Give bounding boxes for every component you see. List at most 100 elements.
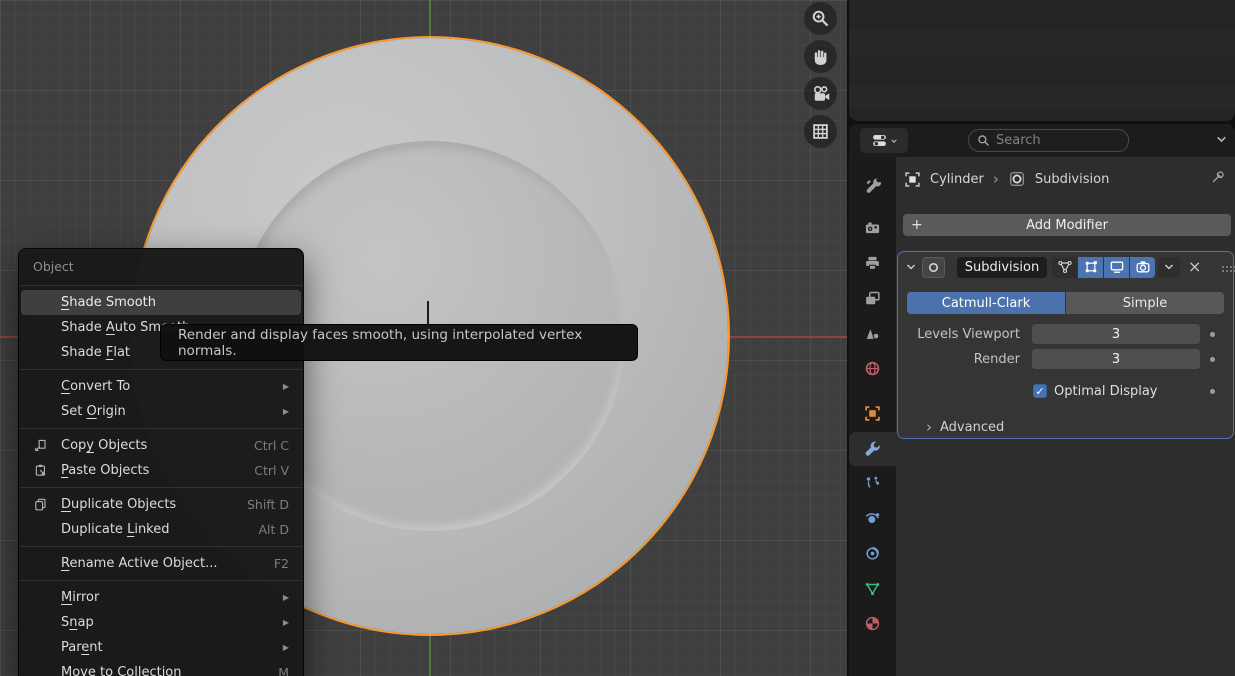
toggle-on-cage-icon[interactable] [1052,257,1077,278]
zoom-in-icon[interactable] [804,2,837,35]
subsurf-modifier-icon [922,257,945,278]
animate-dot-icon[interactable] [1210,332,1215,337]
tab-particles[interactable] [849,466,896,500]
tab-object-data[interactable] [849,571,896,605]
cursor-marker [427,301,429,324]
subdivision-algorithm-segmented: Catmull-Clark Simple [907,292,1224,314]
pan-hand-icon[interactable] [804,40,837,73]
tooltip: Render and display faces smooth, using i… [160,324,638,361]
search-icon [977,134,990,147]
filter-dropdown-button[interactable] [1215,133,1228,146]
pin-icon[interactable] [1210,169,1226,185]
modifier-panel-header: Subdivision [898,252,1233,282]
editor-type-button[interactable] [860,128,908,153]
add-modifier-button[interactable]: + Add Modifier [903,214,1231,236]
search-box[interactable] [968,129,1129,152]
catmull-clark-button[interactable]: Catmull-Clark [907,292,1065,314]
search-input[interactable] [996,133,1106,148]
menu-separator [19,281,303,290]
simple-button[interactable]: Simple [1066,292,1224,314]
menu-item-snap[interactable]: Snap ▶ [21,610,301,635]
properties-header [849,124,1235,157]
breadcrumb-separator-icon: › [993,170,999,188]
expand-chevron-icon[interactable] [905,261,917,273]
camera-view-icon[interactable] [804,77,837,110]
modifier-name-field[interactable]: Subdivision [957,257,1047,278]
chevron-right-icon: › [926,418,932,436]
menu-item-duplicate-objects[interactable]: Duplicate Objects Shift D [21,492,301,517]
outliner-editor[interactable] [849,0,1235,121]
tab-physics[interactable] [849,501,896,535]
menu-item-parent[interactable]: Parent ▶ [21,635,301,660]
modifier-extras-dropdown[interactable] [1158,257,1180,278]
shortcut-label: Alt D [258,522,289,537]
tab-object[interactable] [849,396,896,430]
advanced-section-toggle[interactable]: › Advanced [926,418,1004,436]
menu-item-move-to-collection[interactable]: Move to Collection M [21,660,301,676]
remove-modifier-button[interactable]: × [1188,259,1201,275]
properties-body: Cylinder › Subdivision + Add Modifier [849,157,1235,676]
tab-scene[interactable] [849,316,896,350]
breadcrumb: Cylinder › Subdivision [904,168,1109,190]
tab-world[interactable] [849,351,896,385]
menu-separator [19,365,303,374]
render-levels-field[interactable]: 3 [1032,349,1200,369]
menu-item-shade-smooth[interactable]: Shade Smooth [21,290,301,315]
subdivision-modifier-panel: Subdivision [897,251,1234,439]
properties-editor: Cylinder › Subdivision + Add Modifier [849,124,1235,676]
menu-item-rename-active-object[interactable]: Rename Active Object... F2 [21,551,301,576]
tooltip-text: Render and display faces smooth, using i… [178,327,637,359]
submenu-arrow-icon: ▶ [283,643,289,652]
tab-modifiers[interactable] [849,432,896,466]
optimal-display-label: Optimal Display [1054,384,1158,399]
mesh-object-icon[interactable] [904,171,921,188]
levels-viewport-field[interactable]: 3 [1032,324,1200,344]
animate-dot-icon[interactable] [1210,389,1215,394]
breadcrumb-object-label[interactable]: Cylinder [930,172,984,187]
modifier-icon[interactable] [1008,170,1026,188]
duplicate-icon [33,497,61,512]
advanced-label: Advanced [940,420,1004,435]
menu-item-set-origin[interactable]: Set Origin ▶ [21,399,301,424]
tab-tool[interactable] [849,168,896,202]
chevron-down-icon [1163,261,1175,273]
viewport-nav-gizmos [804,2,838,152]
context-menu-title: Object [19,253,303,281]
modifier-display-toggles [1052,257,1155,278]
submenu-arrow-icon: ▶ [283,593,289,602]
object-context-menu: Object Shade Smooth Shade Auto Smooth Sh… [18,248,304,676]
properties-editor-icon [871,132,888,149]
menu-separator [19,542,303,551]
tab-render[interactable] [849,211,896,245]
tab-constraints[interactable] [849,536,896,570]
menu-separator [19,483,303,492]
shortcut-label: Ctrl C [254,438,289,453]
3d-viewport[interactable]: Object Shade Smooth Shade Auto Smooth Sh… [0,0,847,676]
toggle-realtime-display-icon[interactable] [1104,257,1129,278]
drag-handle-icon[interactable] [1222,266,1225,269]
tab-material[interactable] [849,606,896,640]
menu-item-paste-objects[interactable]: Paste Objects Ctrl V [21,458,301,483]
chevron-down-icon [1215,133,1228,146]
menu-item-duplicate-linked[interactable]: Duplicate Linked Alt D [21,517,301,542]
toggle-render-icon[interactable] [1130,257,1155,278]
render-levels-label: Render [898,352,1020,367]
shortcut-label: Shift D [247,497,289,512]
breadcrumb-modifier-label[interactable]: Subdivision [1035,172,1110,187]
plus-icon: + [911,217,923,233]
tab-output[interactable] [849,246,896,280]
grid-ortho-icon[interactable] [804,115,837,148]
paste-icon [33,463,61,478]
copy-icon [33,438,61,453]
menu-separator [19,424,303,433]
optimal-display-checkbox[interactable]: ✓ [1033,384,1047,398]
submenu-arrow-icon: ▶ [283,618,289,627]
menu-item-convert-to[interactable]: Convert To ▶ [21,374,301,399]
toggle-edit-mode-icon[interactable] [1078,257,1103,278]
menu-item-mirror[interactable]: Mirror ▶ [21,585,301,610]
shortcut-label: F2 [274,556,289,571]
menu-item-copy-objects[interactable]: Copy Objects Ctrl C [21,433,301,458]
tab-view-layer[interactable] [849,281,896,315]
shortcut-label: M [278,665,289,676]
animate-dot-icon[interactable] [1210,357,1215,362]
